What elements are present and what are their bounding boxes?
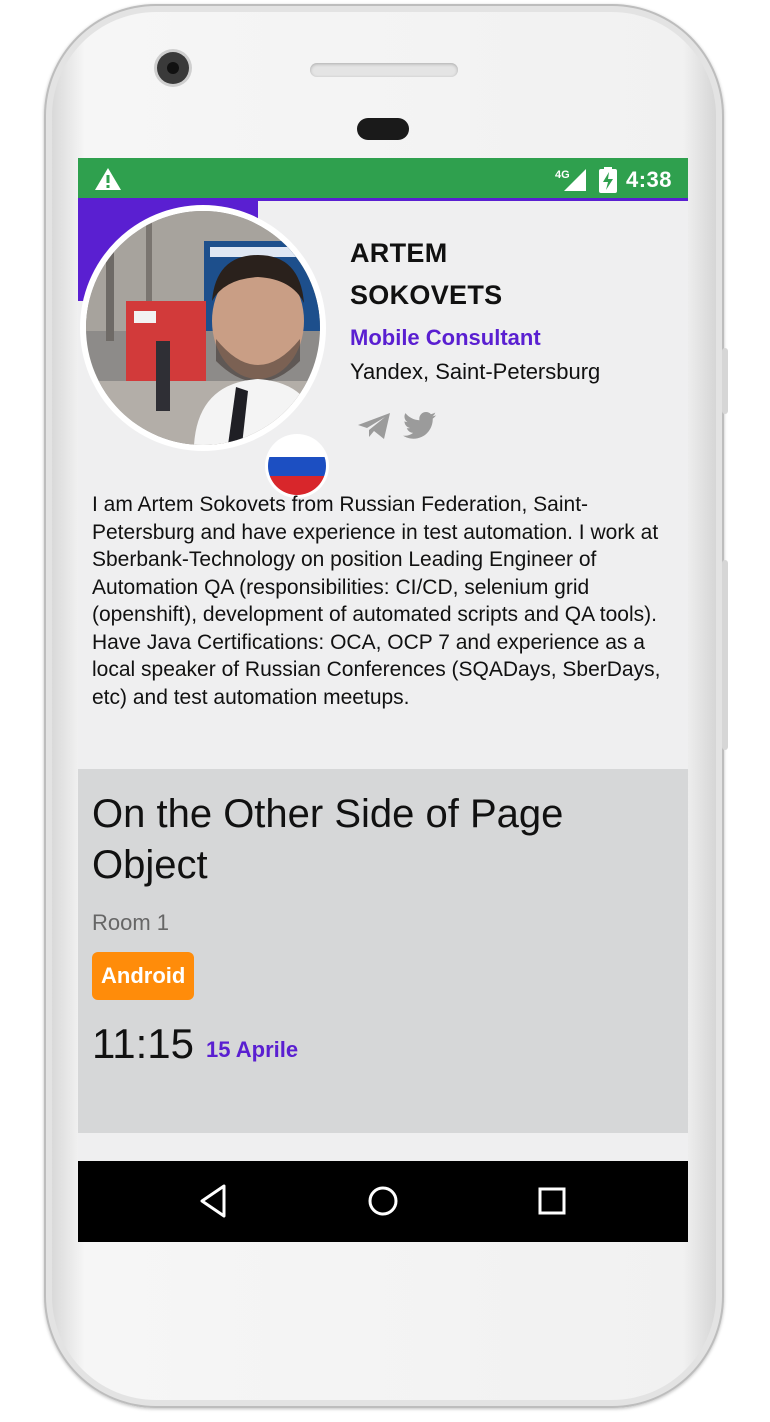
battery-charging-icon [599,167,617,193]
country-flag-icon [268,437,326,495]
photo-illustration [86,211,320,445]
session-card[interactable]: On the Other Side of Page Object Room 1 … [78,769,688,1133]
speaker-company: Yandex, Saint-Petersburg [350,359,601,384]
speaker-last-name: SOKOVETS [350,280,503,310]
side-button [722,348,728,414]
speaker-first-name: ARTEM [350,238,448,268]
front-camera [157,52,189,84]
navigation-bar [78,1161,688,1242]
speaker-photo [86,211,320,445]
session-tag: Android [92,952,195,1000]
nav-recents-icon[interactable] [536,1181,568,1221]
nav-back-icon[interactable] [198,1181,230,1221]
status-bar: 4G 4:38 [78,158,688,201]
proximity-sensor [357,118,409,140]
telegram-icon[interactable] [357,412,391,440]
speaker-avatar [80,205,326,495]
warning-icon [95,168,121,190]
speaker-role: Mobile Consultant [350,325,541,350]
speaker-bio: I am Artem Sokovets from Russian Federat… [92,493,661,709]
signal-icon: 4G [555,169,586,191]
earpiece-speaker [310,63,458,77]
status-time: 4:38 [626,167,673,192]
session-room: Room 1 [92,910,170,935]
side-button [722,560,728,750]
session-date: 15 Aprile [206,1037,299,1062]
speaker-name: ARTEM SOKOVETS [350,232,670,316]
session-time: 11:15 [92,1020,194,1067]
screen: 4G 4:38 ARTEM SOKOVETS Mobile Consultant… [78,158,688,1242]
nav-home-icon[interactable] [366,1181,400,1221]
twitter-icon[interactable] [403,412,437,440]
session-title: On the Other Side of Page Object [92,792,564,887]
network-label: 4G [555,169,570,181]
